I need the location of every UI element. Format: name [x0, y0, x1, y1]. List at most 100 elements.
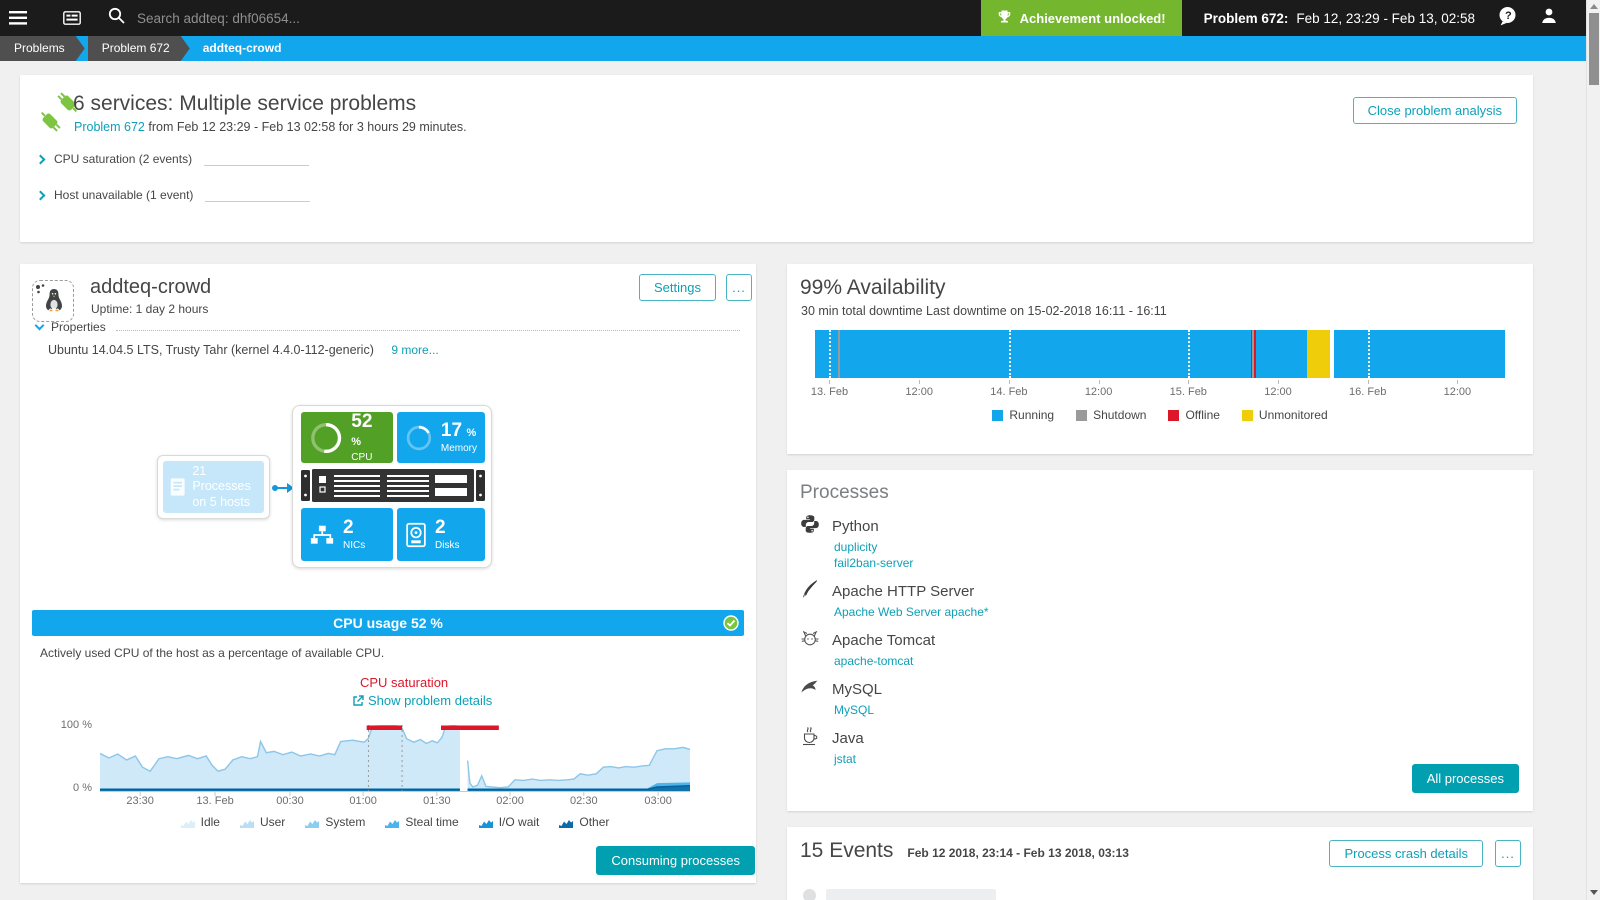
percent-sign: % — [466, 427, 477, 439]
legend-label: Running — [1009, 408, 1055, 422]
disk-icon — [406, 522, 426, 547]
python-icon — [800, 514, 820, 539]
processes-hosts: on 5 hosts — [192, 494, 251, 509]
x-tick-mark — [1457, 380, 1459, 384]
legend-area-glyph — [180, 819, 195, 828]
process-name: Python — [832, 517, 879, 535]
process-link[interactable]: duplicity — [834, 540, 989, 555]
legend-area-glyph — [559, 819, 574, 828]
top-bar: Achievement unlocked! Problem 672: Feb 12… — [0, 0, 1586, 36]
host-card: addteq-crowd Uptime: 1 day 2 hours Setti… — [20, 264, 756, 883]
event-expander-label: CPU saturation (2 events) — [54, 152, 193, 166]
x-tick-label: 02:30 — [570, 795, 598, 807]
breadcrumb-problem-672[interactable]: Problem 672 — [88, 36, 190, 61]
cut-off-event-row — [803, 889, 996, 900]
host-more-button[interactable]: ... — [726, 274, 752, 301]
divider — [204, 153, 310, 166]
process-links: jstat — [834, 752, 989, 767]
process-crash-details-button[interactable]: Process crash details — [1329, 840, 1483, 867]
y-axis-label-min: 0 % — [73, 782, 92, 794]
chevron-right-icon — [35, 154, 46, 164]
show-problem-details-link[interactable]: Show problem details — [352, 693, 492, 708]
cpu-gauge — [311, 422, 342, 453]
launchpad-icon[interactable] — [54, 0, 90, 36]
vertical-scrollbar[interactable] — [1586, 0, 1600, 900]
legend-label: Other — [579, 815, 610, 829]
process-item: Python duplicity fail2ban-server — [800, 512, 989, 571]
apache-feather-icon — [800, 579, 820, 604]
legend-color-swatch — [1168, 409, 1180, 421]
process-link[interactable]: Apache Web Server apache* — [834, 605, 989, 620]
x-tick-label: 12:00 — [1084, 386, 1113, 398]
process-name: Apache HTTP Server — [832, 582, 975, 600]
scroll-down-icon[interactable] — [1590, 890, 1598, 895]
cpu-tile[interactable]: 52 % CPU — [301, 412, 393, 463]
process-item: Java jstat — [800, 724, 989, 767]
legend-color-swatch — [992, 409, 1004, 421]
x-tick-label: 01:00 — [349, 795, 377, 807]
cpu-usage-banner[interactable]: CPU usage 52 % — [32, 610, 744, 636]
scroll-up-icon[interactable] — [1590, 4, 1598, 9]
process-link[interactable]: apache-tomcat — [834, 654, 989, 669]
problem-label: Problem 672: — [1203, 10, 1289, 26]
search-icon[interactable] — [108, 7, 125, 29]
disks-count: 2 — [435, 517, 446, 538]
nics-tile[interactable]: 2 NICs — [301, 508, 393, 561]
menu-icon[interactable] — [0, 0, 36, 36]
close-problem-analysis-button[interactable]: Close problem analysis — [1352, 97, 1517, 124]
user-icon[interactable] — [1540, 7, 1558, 29]
process-name-row[interactable]: Apache Tomcat — [800, 626, 989, 654]
feedback-chat-icon[interactable]: ? — [1497, 6, 1518, 31]
properties-expander[interactable]: Properties — [34, 320, 756, 334]
search-bar — [108, 7, 437, 29]
process-link[interactable]: MySQL — [834, 703, 989, 718]
process-links: apache-tomcat — [834, 654, 989, 669]
scrollbar-thumb[interactable] — [1589, 13, 1599, 85]
divider — [115, 329, 740, 331]
legend-area-glyph — [305, 819, 320, 828]
event-expander[interactable]: CPU saturation (2 events) — [35, 149, 310, 169]
disks-label: Disks — [435, 540, 460, 551]
settings-button[interactable]: Settings — [639, 274, 716, 301]
host-uptime: Uptime: 1 day 2 hours — [91, 302, 209, 316]
more-properties-link[interactable]: 9 more... — [391, 343, 438, 357]
svg-text:?: ? — [1505, 10, 1512, 22]
x-tick-label: 01:30 — [423, 795, 451, 807]
legend-item: Unmonitored — [1241, 408, 1328, 422]
consuming-processes-button[interactable]: Consuming processes — [596, 846, 755, 875]
legend-area-glyph — [478, 819, 493, 828]
cpu-usage-chart[interactable] — [99, 724, 691, 799]
process-item: MySQL MySQL — [800, 675, 989, 718]
nics-label: NICs — [343, 540, 366, 551]
topbar-problem-timeframe[interactable]: Problem 672: Feb 12, 23:29 - Feb 13, 02:5… — [1204, 11, 1475, 26]
event-expander[interactable]: Host unavailable (1 event) — [35, 185, 311, 205]
cpu-usage-title: CPU usage 52 % — [333, 615, 443, 631]
cpu-label: CPU — [351, 452, 373, 463]
search-input[interactable] — [137, 10, 437, 26]
process-link[interactable]: jstat — [834, 752, 989, 767]
tomcat-icon — [800, 628, 820, 653]
events-more-button[interactable]: ... — [1495, 840, 1521, 867]
server-rack-icon — [301, 469, 485, 502]
process-name-row[interactable]: MySQL — [800, 675, 989, 703]
processes-infographic-box[interactable]: 21 Processes on 5 hosts — [157, 455, 270, 519]
process-links: Apache Web Server apache* — [834, 605, 989, 620]
events-card: 15 Events Feb 12 2018, 23:14 - Feb 13 20… — [787, 827, 1533, 900]
host-infographic: 52 % CPU 17 % Memory 2 NICs 2 Disks — [292, 405, 492, 568]
all-processes-button[interactable]: All processes — [1411, 764, 1519, 793]
disks-tile[interactable]: 2 Disks — [397, 508, 485, 561]
process-name-row[interactable]: Python — [800, 512, 989, 540]
process-name-row[interactable]: Java — [800, 724, 989, 752]
legend-item: Steal time — [385, 815, 459, 829]
process-link[interactable]: fail2ban-server — [834, 556, 989, 571]
process-item: Apache HTTP Server Apache Web Server apac… — [800, 577, 989, 620]
x-tick-label: 12:00 — [1443, 386, 1472, 398]
process-name-row[interactable]: Apache HTTP Server — [800, 577, 989, 605]
achievement-badge[interactable]: Achievement unlocked! — [980, 0, 1182, 36]
breadcrumb-problems[interactable]: Problems — [0, 36, 85, 61]
process-links: MySQL — [834, 703, 989, 718]
memory-tile[interactable]: 17 % Memory — [397, 412, 485, 463]
availability-timeline[interactable] — [815, 330, 1505, 378]
problem-672-link[interactable]: Problem 672 — [74, 120, 145, 134]
legend-item: System — [305, 815, 365, 829]
